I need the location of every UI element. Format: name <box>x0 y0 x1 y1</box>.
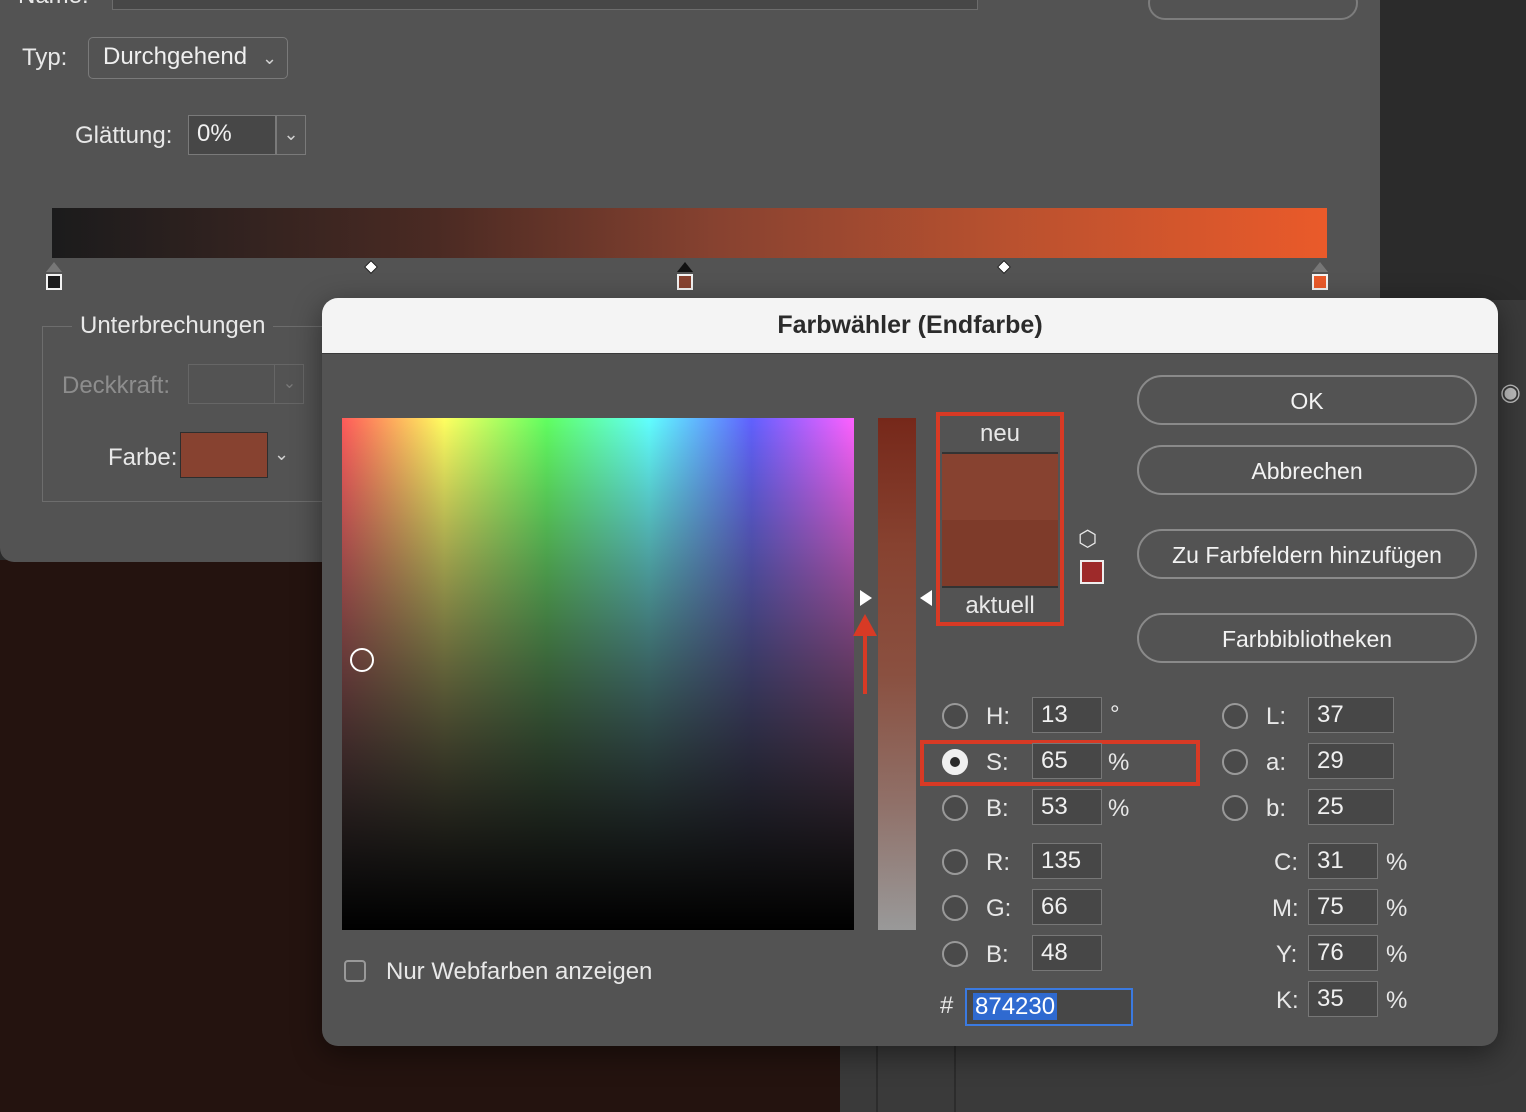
lab-b-radio[interactable] <box>1222 795 1248 821</box>
panel-divider <box>954 1040 956 1112</box>
hex-hash-label: # <box>940 992 954 1019</box>
lab-l-label: L: <box>1266 703 1287 730</box>
hue-field[interactable]: 13 <box>1032 697 1102 733</box>
saturation-label: S: <box>986 749 1009 776</box>
color-stop-pointer <box>677 262 693 272</box>
slider-handle-right[interactable] <box>920 590 932 606</box>
yellow-field[interactable]: 76 <box>1308 935 1378 971</box>
color-field[interactable] <box>342 418 854 930</box>
cyan-field[interactable]: 31 <box>1308 843 1378 879</box>
web-colors-checkbox[interactable] <box>344 960 366 982</box>
color-stop-end[interactable] <box>1312 274 1328 290</box>
lab-a-field[interactable]: 29 <box>1308 743 1394 779</box>
new-color-swatch <box>942 452 1058 520</box>
new-color-label: neu <box>979 420 1021 447</box>
blue-label: B: <box>986 941 1009 968</box>
chevron-down-icon: ⌄ <box>274 364 304 404</box>
new-button[interactable] <box>1148 0 1358 20</box>
current-color-label: aktuell <box>965 592 1035 619</box>
chevron-down-icon: ⌄ <box>262 48 278 68</box>
lab-l-radio[interactable] <box>1222 703 1248 729</box>
chevron-down-icon[interactable]: ⌄ <box>274 444 289 465</box>
black-field[interactable]: 35 <box>1308 981 1378 1017</box>
blue-radio[interactable] <box>942 941 968 967</box>
ok-button[interactable]: OK <box>1137 375 1477 425</box>
cyan-unit: % <box>1386 849 1408 876</box>
panel-divider <box>876 1040 878 1112</box>
smoothness-dropdown-button[interactable]: ⌄ <box>276 115 306 155</box>
hue-label: H: <box>986 703 1010 730</box>
red-radio[interactable] <box>942 849 968 875</box>
typ-label: Typ: <box>22 44 68 71</box>
type-select[interactable]: Durchgehend <box>88 37 288 79</box>
color-stop-middle-selected[interactable] <box>677 274 693 290</box>
hue-radio[interactable] <box>942 703 968 729</box>
hex-field[interactable]: 874230 <box>965 988 1133 1026</box>
smoothness-label: Glättung: <box>75 122 173 149</box>
cancel-button[interactable]: Abbrechen <box>1137 445 1477 495</box>
blue-field[interactable]: 48 <box>1032 935 1102 971</box>
magenta-field[interactable]: 75 <box>1308 889 1378 925</box>
slider-handle-left[interactable] <box>860 590 872 606</box>
red-label: R: <box>986 849 1010 876</box>
gamut-warning-swatch[interactable] <box>1080 560 1104 584</box>
lab-b-label: b: <box>1266 795 1287 822</box>
chevron-down-icon: ⌄ <box>283 124 299 144</box>
brightness-radio[interactable] <box>942 795 968 821</box>
brightness-field[interactable]: 53 <box>1032 789 1102 825</box>
dialog-title: Farbwähler (Endfarbe) <box>777 311 1043 339</box>
black-label: K: <box>1276 987 1299 1014</box>
add-to-swatches-button[interactable]: Zu Farbfeldern hinzufügen <box>1137 529 1477 579</box>
saturation-field[interactable]: 65 <box>1032 743 1102 779</box>
hue-unit: ° <box>1110 701 1120 728</box>
cyan-label: C: <box>1274 849 1298 876</box>
yellow-label: Y: <box>1276 941 1298 968</box>
color-stop-pointer <box>1312 262 1328 272</box>
name-label: Name: <box>18 0 89 10</box>
gradient-preview-bar[interactable] <box>52 208 1327 258</box>
green-radio[interactable] <box>942 895 968 921</box>
opacity-label: Deckkraft: <box>62 372 171 399</box>
color-slider[interactable] <box>878 418 916 930</box>
color-picker-dialog: Farbwähler (Endfarbe) neu aktuell ⬡ OK A… <box>322 298 1498 1046</box>
saturation-unit: % <box>1108 749 1130 776</box>
color-libraries-button[interactable]: Farbbibliotheken <box>1137 613 1477 663</box>
color-stop-pointer <box>46 262 62 272</box>
stops-group-title: Unterbrechungen <box>72 312 274 340</box>
lab-a-label: a: <box>1266 749 1287 776</box>
type-select-value: Durchgehend <box>103 43 248 70</box>
lab-b-field[interactable]: 25 <box>1308 789 1394 825</box>
eye-icon[interactable]: ◉ <box>1500 378 1521 407</box>
color-field-marker[interactable] <box>350 648 374 672</box>
midpoint-marker[interactable] <box>996 259 1012 275</box>
magenta-unit: % <box>1386 895 1408 922</box>
black-unit: % <box>1386 987 1408 1014</box>
yellow-unit: % <box>1386 941 1408 968</box>
web-colors-label: Nur Webfarben anzeigen <box>386 958 653 985</box>
hex-value: 874230 <box>973 993 1058 1020</box>
current-color-swatch[interactable] <box>942 520 1058 588</box>
name-field[interactable] <box>112 0 978 10</box>
saturation-radio[interactable] <box>942 749 968 775</box>
smoothness-input[interactable]: 0% <box>188 115 276 155</box>
color-stop-start[interactable] <box>46 274 62 290</box>
red-field[interactable]: 135 <box>1032 843 1102 879</box>
lab-a-radio[interactable] <box>1222 749 1248 775</box>
annotation-arrow-shaft <box>863 630 867 694</box>
brightness-unit: % <box>1108 795 1130 822</box>
midpoint-marker[interactable] <box>363 259 379 275</box>
magenta-label: M: <box>1272 895 1299 922</box>
green-label: G: <box>986 895 1012 922</box>
green-field[interactable]: 66 <box>1032 889 1102 925</box>
brightness-label: B: <box>986 795 1009 822</box>
stop-color-swatch[interactable] <box>180 432 268 478</box>
lab-l-field[interactable]: 37 <box>1308 697 1394 733</box>
color-label: Farbe: <box>108 444 178 471</box>
cube-icon[interactable]: ⬡ <box>1078 526 1104 552</box>
